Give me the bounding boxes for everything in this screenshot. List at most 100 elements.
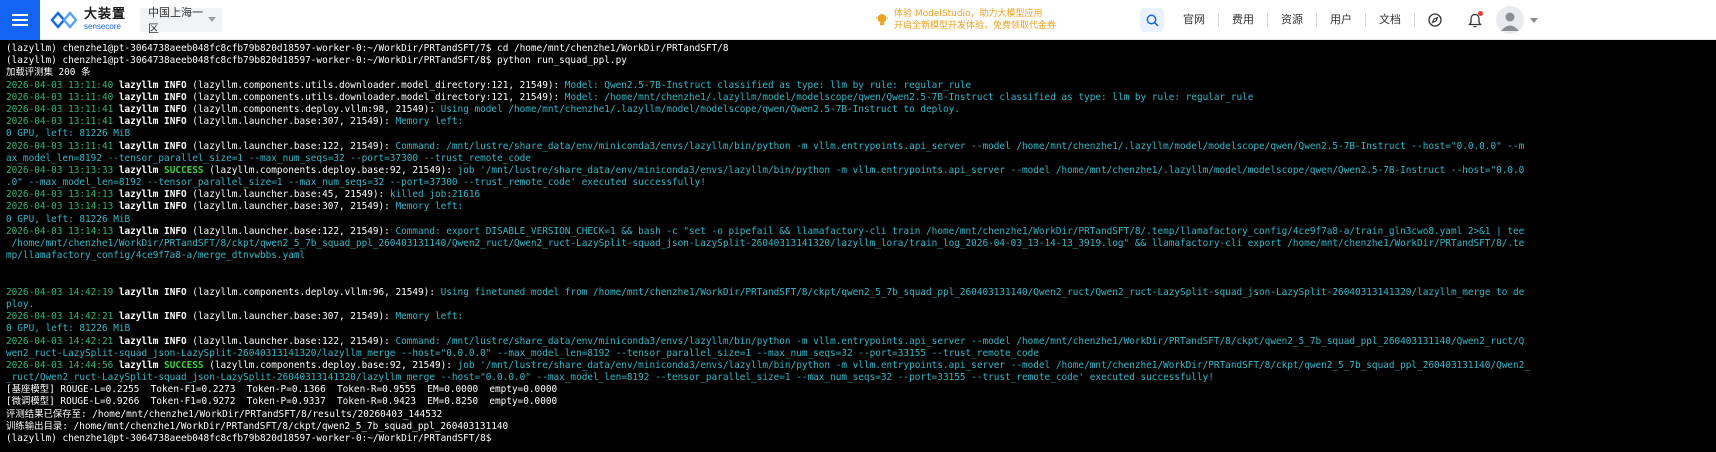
log-source: (lazyllm.components.deploy.base:92, 2154… — [203, 359, 458, 371]
log-message: mp/llamafactory_config/4ce9f7a8-a/merge_… — [6, 250, 306, 262]
log-level: lazyllm — [118, 359, 165, 371]
log-timestamp: 2026-04-03 13:11:40 — [6, 79, 119, 91]
terminal-line: 0 GPU, left: 81226 MiB — [6, 128, 1710, 140]
terminal-text: 训练输出目录: /home/mnt/chenzhe1/WorkDir/PRTan… — [6, 420, 509, 432]
terminal-line: 2026-04-03 13:11:41 lazyllm INFO (lazyll… — [6, 116, 1710, 128]
log-timestamp: 2026-04-03 13:14:13 — [6, 189, 119, 201]
terminal-line: 2026-04-03 14:42:19 lazyllm INFO (lazyll… — [6, 287, 1710, 299]
terminal-line: .0" --max_model_len=8192 --tensor_parall… — [6, 177, 1710, 189]
log-source: (lazyllm.components.deploy.base:92, 2154… — [203, 164, 458, 176]
log-source: (lazyllm.components.utils.downloader.mod… — [186, 79, 565, 91]
nav-users[interactable]: 用户 — [1317, 13, 1366, 27]
menu-button[interactable] — [0, 0, 40, 40]
log-message: Model: Qwen2.5-7B-Instruct classified as… — [564, 79, 972, 91]
terminal-line: 0 GPU, left: 81226 MiB — [6, 214, 1710, 226]
log-message: Memory left: — [395, 311, 464, 323]
terminal-text: 评测结果已保存至: /home/mnt/chenzhe1/WorkDir/PRT… — [6, 408, 443, 420]
log-timestamp: 2026-04-03 13:13:33 — [6, 164, 119, 176]
log-timestamp: 2026-04-03 13:11:41 — [6, 103, 119, 115]
log-message: ax_model_len=8192 --tensor_parallel_size… — [6, 152, 531, 164]
log-level: lazyllm INFO — [118, 335, 187, 347]
log-message: Command: /mnt/lustre/share_data/env/mini… — [395, 140, 1525, 152]
log-timestamp: 2026-04-03 13:11:41 — [6, 140, 119, 152]
log-message: _ruct/Qwen2_ruct-LazySplit-squad_json-La… — [6, 372, 1214, 384]
log-level: lazyllm INFO — [118, 189, 187, 201]
terminal-line: 2026-04-03 14:42:21 lazyllm INFO (lazyll… — [6, 336, 1710, 348]
avatar — [1496, 6, 1524, 34]
log-timestamp: 2026-04-03 14:44:56 — [6, 359, 119, 371]
log-source: (lazyllm.components.deploy.vllm:98, 2154… — [186, 103, 441, 115]
log-level: lazyllm INFO — [118, 103, 187, 115]
log-message: 0 GPU, left: 81226 MiB — [6, 323, 131, 335]
terminal-output[interactable]: (lazyllm) chenzhe1@pt-3064738aeeb048fc8c… — [0, 40, 1716, 452]
log-source: (lazyllm.components.deploy.vllm:96, 2154… — [186, 286, 441, 298]
terminal-line: (lazyllm) chenzhe1@pt-3064738aeeb048fc8c… — [6, 43, 1710, 55]
terminal-text: (lazyllm) chenzhe1@pt-3064738aeeb048fc8c… — [6, 43, 729, 54]
log-message: 0 GPU, left: 81226 MiB — [6, 128, 131, 140]
search-button[interactable] — [1140, 8, 1164, 32]
nav-official-site[interactable]: 官网 — [1170, 13, 1219, 27]
log-level: lazyllm INFO — [118, 140, 187, 152]
terminal-text: [基座模型] ROUGE-L=0.2255 Token-F1=0.2273 To… — [6, 384, 558, 396]
log-level: lazyllm INFO — [118, 79, 187, 91]
log-level: lazyllm INFO — [118, 225, 187, 237]
terminal-text: 加载评测集 200 条 — [6, 67, 91, 79]
promo-banner[interactable]: 体验 ModelStudio，助力大模型应用 开启全新模型开发体验，免费领取代金… — [876, 6, 1056, 34]
log-source: (lazyllm.launcher.base:307, 21549): — [186, 116, 396, 128]
log-message: .0" --max_model_len=8192 --tensor_parall… — [6, 177, 706, 189]
log-message: Model: /home/mnt/chenzhe1/.lazyllm/model… — [564, 91, 1254, 103]
user-menu[interactable] — [1496, 0, 1538, 40]
terminal-line: 2026-04-03 13:11:40 lazyllm INFO (lazyll… — [6, 80, 1710, 92]
terminal-line: 训练输出目录: /home/mnt/chenzhe1/WorkDir/PRTan… — [6, 421, 1710, 433]
chevron-down-icon — [208, 17, 217, 22]
log-timestamp: 2026-04-03 13:11:41 — [6, 116, 119, 128]
log-level: lazyllm — [118, 164, 165, 176]
logo-subtitle: sensecore — [84, 22, 121, 31]
nav-resources[interactable]: 资源 — [1268, 13, 1317, 27]
notification-badge — [1478, 11, 1483, 16]
terminal-text: (lazyllm) chenzhe1@pt-3064738aeeb048fc8c… — [6, 433, 498, 444]
compass-icon — [1428, 13, 1442, 27]
log-message: job '/mnt/lustre/share_data/env/minicond… — [457, 359, 1530, 371]
terminal-line: 2026-04-03 13:11:41 lazyllm INFO (lazyll… — [6, 104, 1710, 116]
lightbulb-icon — [876, 14, 888, 26]
terminal-line: 2026-04-03 13:11:41 lazyllm INFO (lazyll… — [6, 141, 1710, 153]
notifications-button[interactable] — [1455, 0, 1495, 40]
log-timestamp: 2026-04-03 13:14:13 — [6, 225, 119, 237]
logo-title: 大装置 — [84, 7, 127, 22]
log-source: (lazyllm.launcher.base:307, 21549): — [186, 311, 396, 323]
log-level-success: SUCCESS — [164, 164, 204, 176]
log-source: (lazyllm.launcher.base:122, 21549): — [186, 140, 396, 152]
terminal-line: ploy. — [6, 299, 1710, 311]
terminal-line: (lazyllm) chenzhe1@pt-3064738aeeb048fc8c… — [6, 55, 1710, 67]
terminal-line: 2026-04-03 13:13:33 lazyllm SUCCESS (laz… — [6, 165, 1710, 177]
log-message: 0 GPU, left: 81226 MiB — [6, 213, 131, 225]
log-message: Command: export DISABLE_VERSION_CHECK=1 … — [395, 225, 1525, 237]
terminal-text: (lazyllm) chenzhe1@pt-3064738aeeb048fc8c… — [6, 55, 627, 67]
terminal-line: 2026-04-03 14:42:21 lazyllm INFO (lazyll… — [6, 311, 1710, 323]
terminal-line: [微调模型] ROUGE-L=0.9266 Token-F1=0.9272 To… — [6, 396, 1710, 408]
brand-logo[interactable]: 大装置 sensecore — [50, 0, 126, 40]
log-message: Using finetuned model from /home/mnt/che… — [440, 286, 1525, 298]
terminal-line: 0 GPU, left: 81226 MiB — [6, 323, 1710, 335]
log-message: killed job:21616 — [389, 189, 481, 201]
region-selector[interactable]: 中国上海一区 — [140, 6, 223, 35]
terminal-line: 2026-04-03 13:14:13 lazyllm INFO (lazyll… — [6, 201, 1710, 213]
terminal-line: mp/llamafactory_config/4ce9f7a8-a/merge_… — [6, 250, 1710, 262]
log-message: wen2_ruct-LazySplit-squad_json-LazySplit… — [6, 347, 1039, 359]
log-level-success: SUCCESS — [164, 359, 204, 371]
terminal-line: 2026-04-03 13:14:13 lazyllm INFO (lazyll… — [6, 226, 1710, 238]
region-label: 中国上海一区 — [148, 5, 204, 35]
compass-button[interactable] — [1415, 0, 1455, 40]
log-source: (lazyllm.launcher.base:45, 21549): — [186, 189, 390, 201]
nav-docs[interactable]: 文档 — [1366, 13, 1415, 27]
terminal-line: 2026-04-03 14:44:56 lazyllm SUCCESS (laz… — [6, 360, 1710, 372]
terminal-line: 2026-04-03 13:11:40 lazyllm INFO (lazyll… — [6, 92, 1710, 104]
top-navigation-bar: 大装置 sensecore 中国上海一区 体验 ModelStudio，助力大模… — [0, 0, 1716, 40]
terminal-line: (lazyllm) chenzhe1@pt-3064738aeeb048fc8c… — [6, 433, 1710, 445]
log-source: (lazyllm.launcher.base:122, 21549): — [186, 225, 396, 237]
chevron-down-icon — [1530, 17, 1538, 23]
log-message: Memory left: — [395, 116, 464, 128]
nav-billing[interactable]: 费用 — [1219, 13, 1268, 27]
